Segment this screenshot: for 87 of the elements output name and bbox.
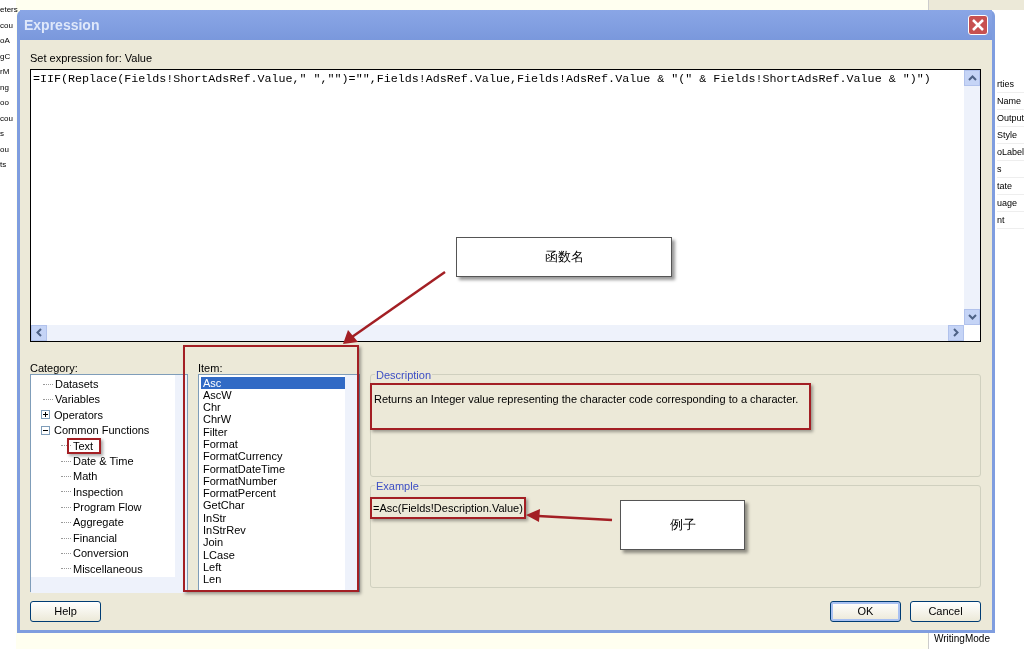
tree-line <box>61 460 71 462</box>
tree-item[interactable]: Operators <box>54 406 103 424</box>
field-label: Category: <box>30 361 78 374</box>
example-text: =Asc(Fields!Description.Value) <box>370 496 526 519</box>
list-item[interactable]: FormatPercent <box>201 487 345 500</box>
item-list[interactable]: Asc AscW Chr ChrW Filter Format FormatCurrency FormatDateTime FormatNumber FormatPercent GetChar InStr InStrRev Join LCase Left Len <box>198 373 360 592</box>
property-name: ou <box>0 143 9 156</box>
property-name: ng <box>0 81 9 94</box>
tree-item[interactable]: Date & Time <box>73 452 134 470</box>
list-item[interactable]: ChrW <box>201 413 345 426</box>
chevron-left-icon <box>36 328 42 337</box>
tree-item[interactable]: Program Flow <box>73 499 142 516</box>
close-button[interactable] <box>968 15 988 35</box>
vertical-scrollbar[interactable] <box>964 69 980 325</box>
list-item[interactable]: Filter <box>201 425 345 438</box>
property-name: cou <box>0 112 13 125</box>
tree-line <box>61 491 71 493</box>
property-name: rties <box>997 76 1024 93</box>
list-item[interactable]: Chr <box>201 401 345 414</box>
chevron-right-icon <box>953 328 959 337</box>
tree-item[interactable]: Text <box>67 437 102 454</box>
list-item[interactable]: GetChar <box>201 499 345 512</box>
property-name: cou <box>0 19 13 32</box>
close-icon <box>972 19 984 31</box>
plus-box-icon[interactable] <box>41 410 50 420</box>
tree-line <box>61 568 71 570</box>
tree-item[interactable]: Datasets <box>55 375 99 393</box>
list-item[interactable]: FormatCurrency <box>201 450 345 463</box>
property-name: s <box>0 128 4 140</box>
list-item[interactable]: InStrRev <box>201 524 345 537</box>
list-item[interactable]: FormatNumber <box>201 474 345 488</box>
tree-item[interactable]: Conversion <box>73 545 129 562</box>
list-item[interactable]: Len <box>201 573 345 586</box>
minus-box-icon[interactable] <box>41 425 50 435</box>
tree-line <box>61 553 71 554</box>
list-item[interactable]: InStr <box>201 511 345 525</box>
property-name: WritingMode <box>934 632 990 646</box>
tree-item[interactable]: Inspection <box>73 483 124 501</box>
tree-line <box>61 522 71 524</box>
tree-line <box>43 399 53 401</box>
list-item[interactable]: Format <box>201 438 345 451</box>
callout-text: 函数名 <box>544 248 584 267</box>
property-name: Style <box>997 127 1024 144</box>
tree-line <box>43 383 53 385</box>
description-text: Returns an Integer value representing the character code corresponding to a character. <box>370 382 811 430</box>
dialog-button[interactable]: OK <box>830 601 901 622</box>
horizontal-scrollbar[interactable] <box>31 324 964 341</box>
property-name: eters <box>0 4 18 16</box>
horizontal-scrollbar[interactable] <box>31 576 187 593</box>
tree-line <box>61 537 71 539</box>
property-name: nt <box>997 212 1024 229</box>
property-name: oLabel <box>997 144 1024 161</box>
list-item[interactable]: Join <box>201 536 345 549</box>
property-name: rM <box>0 66 10 78</box>
property-name: oA <box>0 35 10 47</box>
chevron-down-icon <box>967 313 977 320</box>
dialog-button[interactable]: Help <box>30 601 101 622</box>
tree-line <box>61 445 71 447</box>
window-title: Expression <box>24 15 100 35</box>
property-name: Output <box>997 110 1024 127</box>
tree-line <box>61 506 71 508</box>
tree-line <box>61 476 71 478</box>
tree-item[interactable]: Math <box>73 468 98 485</box>
expression-text: =IIF(Replace(Fields!ShortAdsRef.Value," ","")="",Fields!AdsRef.Value,Fields!AdsRef.Value & "(" & Fields!ShortAdsRef.Value & ")") <box>33 71 931 86</box>
property-name: tate <box>997 178 1024 195</box>
list-item[interactable]: Asc <box>201 376 345 389</box>
callout-text: 例子 <box>669 516 696 535</box>
tree-item[interactable]: Financial <box>73 529 118 547</box>
chevron-up-icon <box>967 74 977 81</box>
property-name: Name <box>997 93 1024 110</box>
list-item[interactable]: FormatDateTime <box>201 462 345 475</box>
list-item[interactable]: LCase <box>201 548 345 561</box>
tree-item[interactable]: Miscellaneous <box>73 560 143 578</box>
tree-item[interactable]: Common Functions <box>54 422 150 439</box>
field-label: Item: <box>198 361 223 374</box>
category-tree[interactable]: Datasets Variables Operators Common Functions Text Date & Time Math Inspection Program Flow Aggregate Financial Conversion Miscellaneous <box>30 373 188 592</box>
tree-item[interactable]: Aggregate <box>73 514 124 531</box>
dialog-button[interactable]: Cancel <box>910 601 981 622</box>
property-name: uage <box>997 195 1024 212</box>
property-name: ts <box>0 159 7 171</box>
property-name: oo <box>0 97 9 109</box>
tree-item[interactable]: Variables <box>55 391 101 408</box>
list-item[interactable]: Left <box>201 560 345 574</box>
list-item[interactable]: AscW <box>201 388 345 402</box>
property-name: gC <box>0 50 11 63</box>
field-label: Set expression for: Value <box>30 51 154 66</box>
property-name: s <box>997 161 1024 178</box>
